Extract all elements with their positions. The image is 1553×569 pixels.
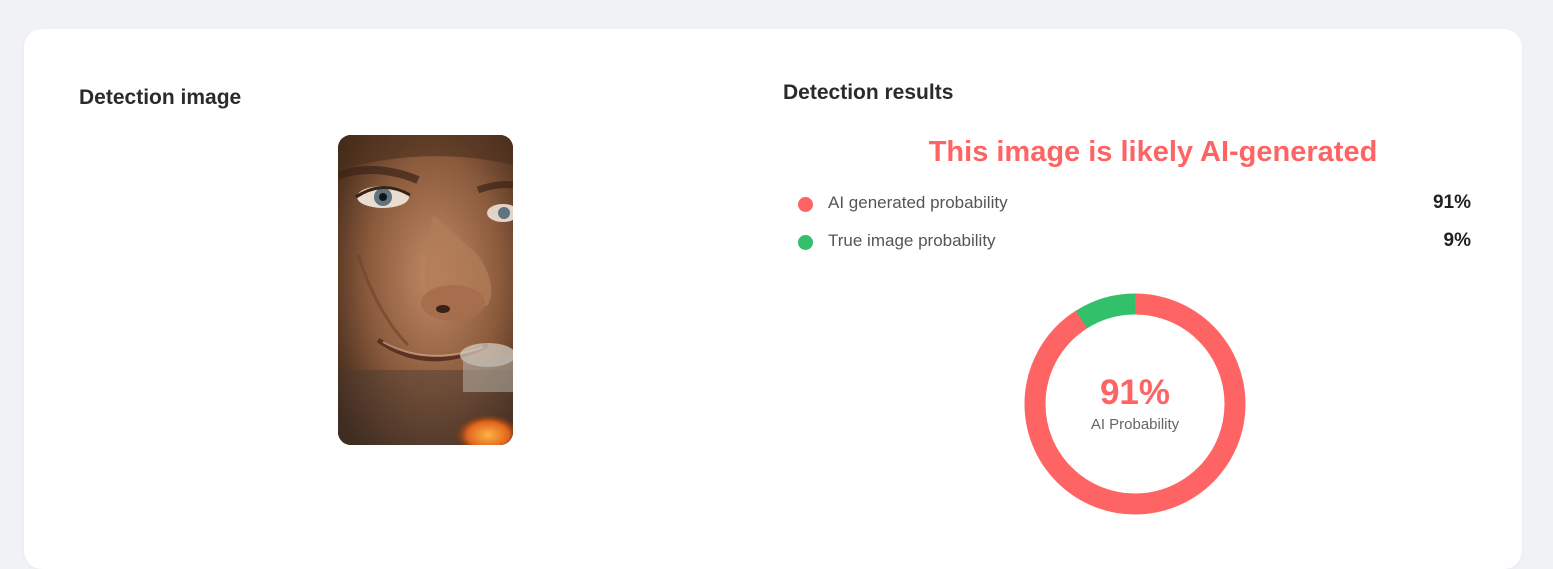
detection-image (338, 135, 513, 445)
results-card: Detection image Detection results This i… (24, 29, 1522, 569)
ai-probability-label: AI generated probability (828, 193, 1008, 212)
ai-legend-dot (798, 197, 813, 212)
ai-probability-value: 91% (1432, 192, 1471, 213)
detection-image-title: Detection image (79, 86, 242, 109)
true-probability-value: 9% (1443, 230, 1471, 251)
detection-results-title: Detection results (783, 81, 954, 104)
donut-center-label: AI Probability (1090, 416, 1180, 433)
ai-probability-row: AI generated probability 91% (798, 192, 1471, 216)
donut-center: 91% AI Probability (1024, 293, 1246, 515)
donut-center-value: 91% (1099, 373, 1171, 412)
true-probability-row: True image probability 9% (798, 230, 1471, 254)
probability-donut-chart: 91% AI Probability (1024, 293, 1246, 515)
true-probability-label: True image probability (828, 231, 996, 250)
portrait-photo-icon (338, 135, 513, 445)
verdict-text: This image is likely AI-generated (928, 136, 1378, 168)
true-legend-dot (798, 235, 813, 250)
